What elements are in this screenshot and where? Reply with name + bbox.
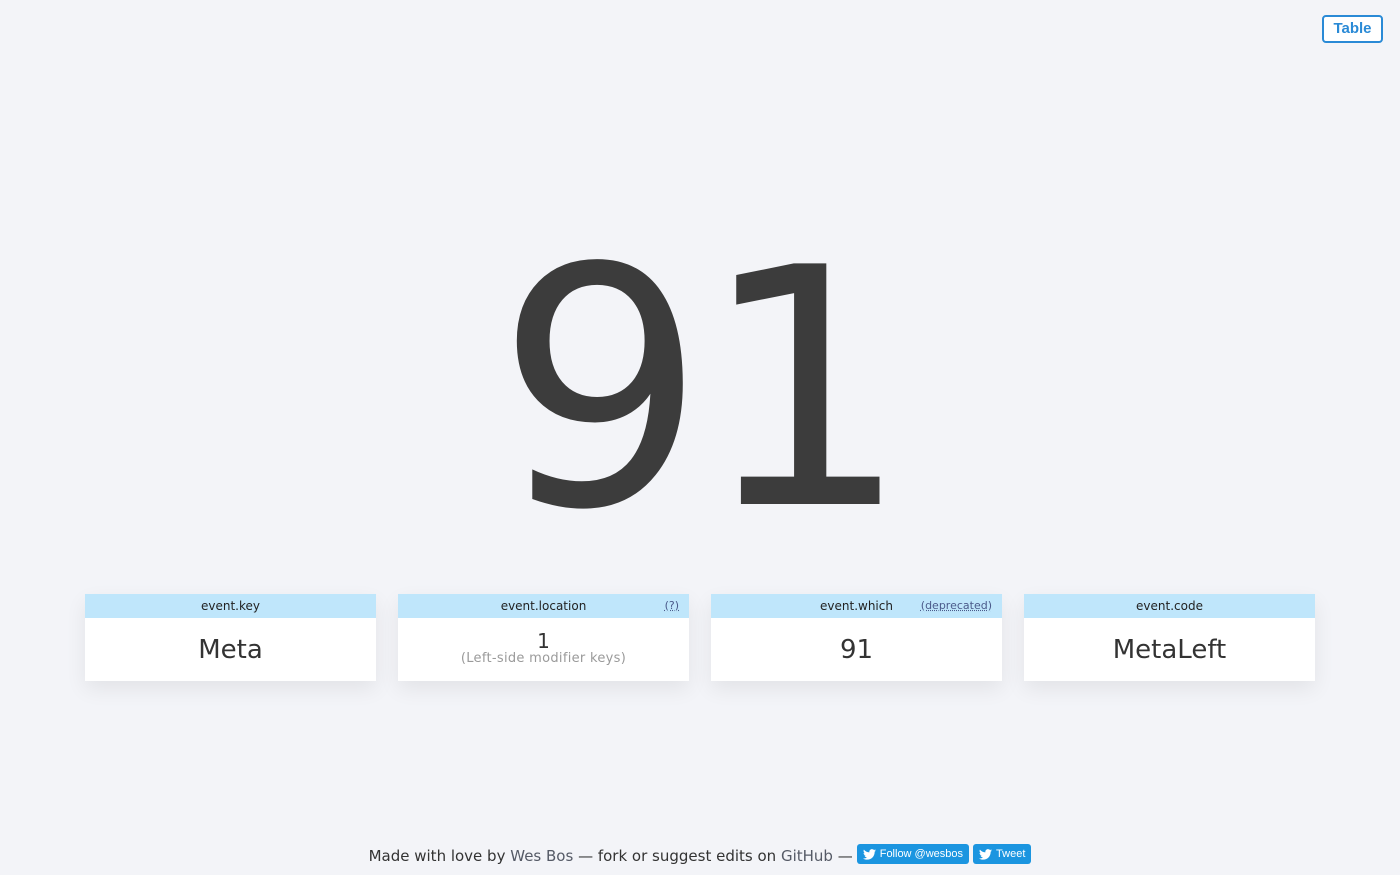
author-link[interactable]: Wes Bos xyxy=(510,847,573,865)
footer-prefix: Made with love by xyxy=(368,847,506,865)
card-body: MetaLeft xyxy=(1024,618,1315,681)
card-title: event.key xyxy=(201,599,260,613)
twitter-follow-button[interactable]: Follow @wesbos xyxy=(856,844,970,864)
page: Table 91 event.key Meta event.location (… xyxy=(0,0,1400,875)
card-header: event.code xyxy=(1024,594,1315,618)
card-body: Meta xyxy=(85,618,376,681)
location-help-link[interactable]: (?) xyxy=(665,594,679,618)
event-cards: event.key Meta event.location (?) 1 (Lef… xyxy=(85,594,1315,681)
card-event-key: event.key Meta xyxy=(85,594,376,681)
footer-middle: — fork or suggest edits on xyxy=(578,847,777,865)
card-value: 91 xyxy=(839,634,874,665)
tweet-button[interactable]: Tweet xyxy=(973,844,1032,864)
card-value: 1 xyxy=(537,628,550,653)
card-title: event.code xyxy=(1136,599,1203,613)
deprecated-link[interactable]: (deprecated) xyxy=(921,594,992,618)
card-header: event.location (?) xyxy=(398,594,689,618)
footer-dash: — xyxy=(837,847,853,865)
twitter-bird-icon xyxy=(979,848,993,860)
card-event-code: event.code MetaLeft xyxy=(1024,594,1315,681)
table-toggle-button[interactable]: Table xyxy=(1322,15,1383,43)
card-value: MetaLeft xyxy=(1112,634,1227,665)
card-event-location: event.location (?) 1 (Left-side modifier… xyxy=(398,594,689,681)
tweet-label: Tweet xyxy=(996,848,1026,860)
card-header: event.which (deprecated) xyxy=(711,594,1002,618)
card-note: (Left-side modifier keys) xyxy=(460,650,627,666)
keycode-display: 91 xyxy=(496,198,910,582)
twitter-bird-icon xyxy=(862,848,876,860)
footer: Made with love by Wes Bos — fork or sugg… xyxy=(0,843,1400,869)
card-title: event.location xyxy=(500,599,587,613)
card-value: Meta xyxy=(198,634,263,665)
card-title: event.which xyxy=(820,599,893,613)
card-body: 1 (Left-side modifier keys) xyxy=(398,618,689,681)
card-header: event.key xyxy=(85,594,376,618)
follow-label: Follow @wesbos xyxy=(879,848,964,860)
card-body: 91 xyxy=(711,618,1002,681)
github-link[interactable]: GitHub xyxy=(781,847,833,865)
card-event-which: event.which (deprecated) 91 xyxy=(711,594,1002,681)
